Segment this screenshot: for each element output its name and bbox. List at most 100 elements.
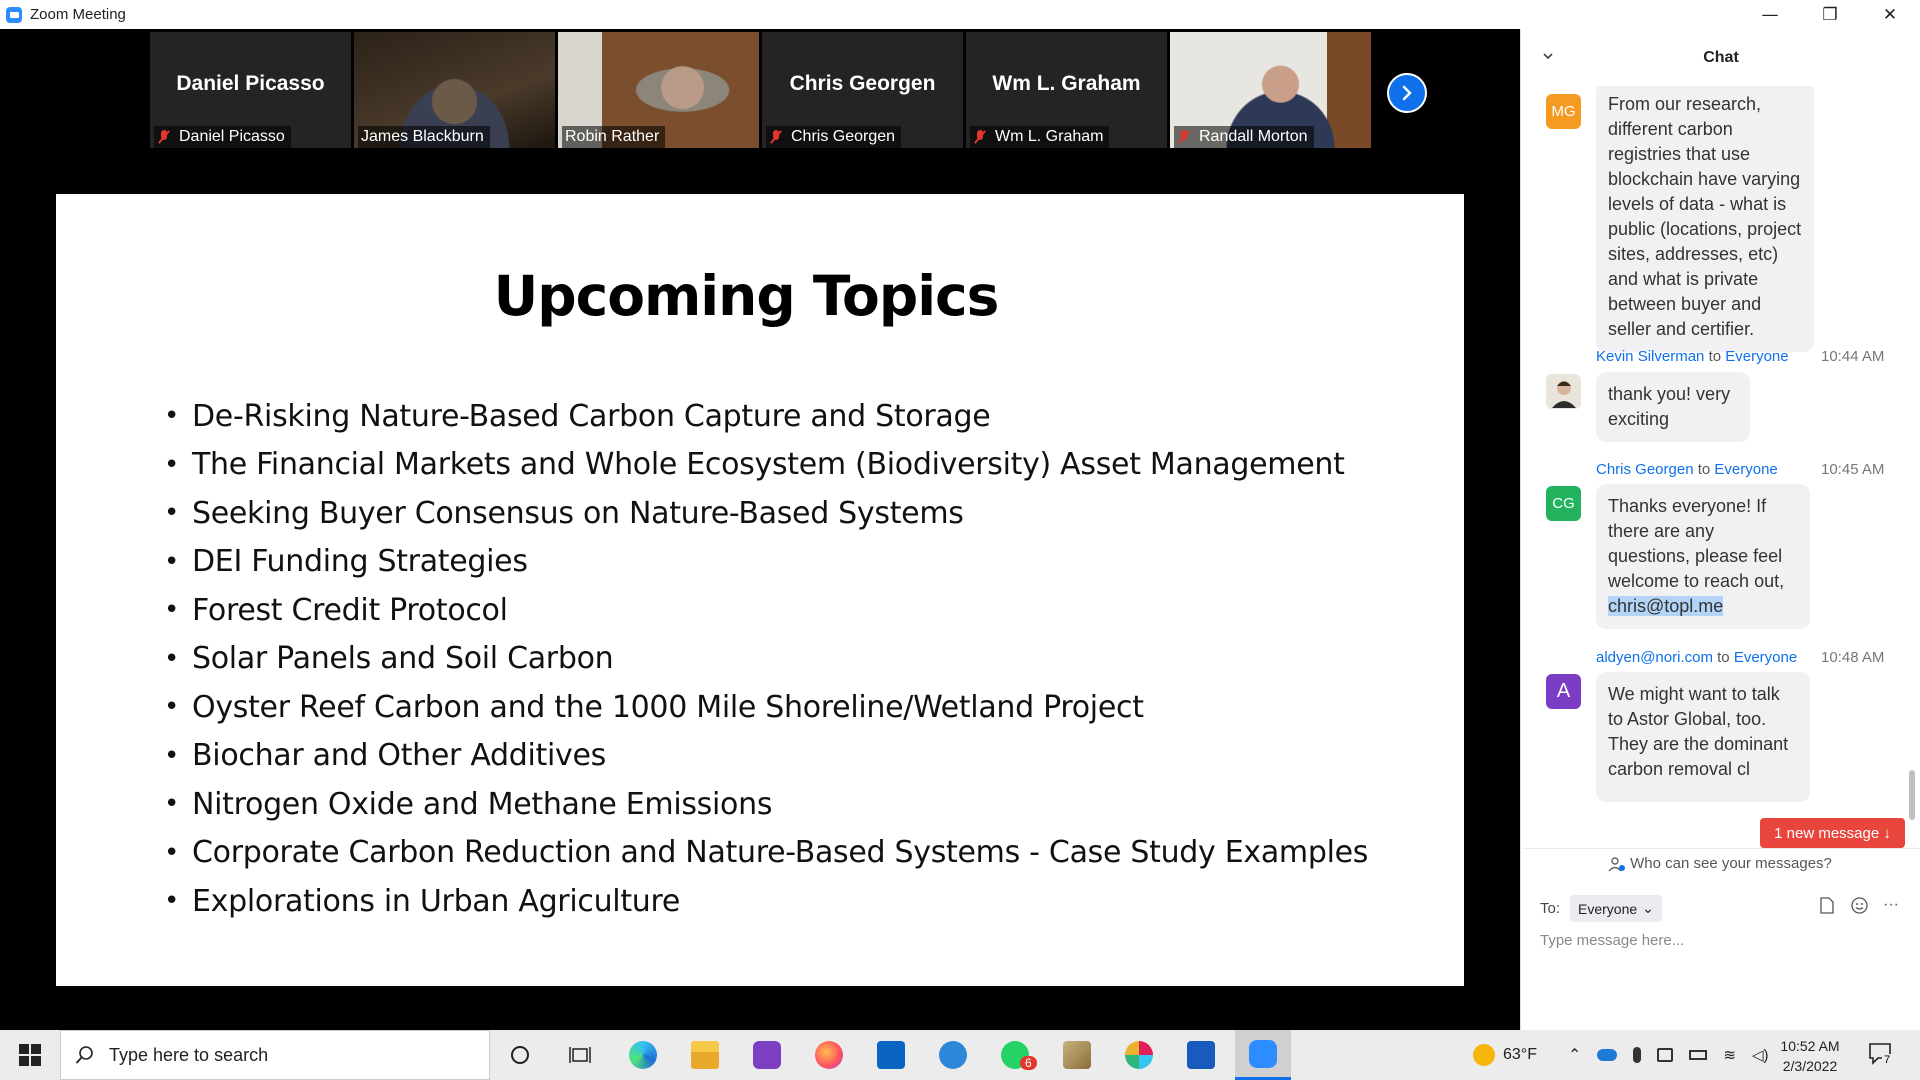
- message-time: 10:44 AM: [1821, 348, 1885, 365]
- taskbar-search[interactable]: Type here to search: [60, 1030, 490, 1080]
- app-icon-pencil[interactable]: [1049, 1030, 1105, 1080]
- message-meta: Kevin Silverman to Everyone: [1596, 348, 1789, 365]
- muted-mic-icon: [973, 129, 987, 145]
- new-message-button[interactable]: 1 new message ↓: [1760, 818, 1905, 848]
- emoji-icon[interactable]: [1850, 896, 1868, 914]
- message-time: 10:48 AM: [1821, 649, 1885, 666]
- start-button[interactable]: [0, 1030, 60, 1080]
- shared-slide: Upcoming Topics • De-Risking Nature-Based…: [56, 194, 1464, 986]
- topic-item: • De-Risking Nature-Based Carbon Capture …: [164, 398, 991, 434]
- app-icon-purple[interactable]: [739, 1030, 795, 1080]
- outlook-icon[interactable]: [863, 1030, 919, 1080]
- chat-scrollbar[interactable]: [1909, 770, 1915, 820]
- chat-title: Chat: [1703, 48, 1739, 66]
- chevron-down-icon[interactable]: [1541, 49, 1555, 63]
- to-label: To:: [1540, 900, 1561, 917]
- topic-list: • De-Risking Nature-Based Carbon Capture …: [164, 392, 1368, 926]
- cortana-icon[interactable]: [492, 1030, 548, 1080]
- participant-gallery: Daniel Picasso Daniel Picasso James Blac…: [150, 32, 1371, 148]
- microphone-icon[interactable]: [1633, 1047, 1642, 1063]
- app-icon-snowflake[interactable]: [925, 1030, 981, 1080]
- message-time: 10:45 AM: [1821, 461, 1885, 478]
- participant-label: James Blackburn: [358, 126, 490, 148]
- person-icon: [1608, 856, 1626, 871]
- avatar: MG: [1546, 94, 1581, 129]
- participant-label: Chris Georgen: [766, 126, 902, 148]
- shared-screen-top-bar: [56, 150, 1464, 194]
- meet-now-icon[interactable]: [1657, 1048, 1674, 1062]
- firefox-icon[interactable]: [801, 1030, 857, 1080]
- topic-item: • Forest Credit Protocol: [164, 592, 508, 628]
- chat-message-bubble: Thanks everyone! If there are any questi…: [1596, 484, 1810, 629]
- zoom-icon[interactable]: [1235, 1030, 1291, 1080]
- participant-label: Wm L. Graham: [970, 126, 1110, 148]
- participant-label: Randall Morton: [1174, 126, 1314, 148]
- chat-message-input[interactable]: Type message here...: [1540, 932, 1684, 949]
- whatsapp-icon[interactable]: 6: [987, 1030, 1043, 1080]
- topic-item: • The Financial Markets and Whole Ecosyst…: [164, 447, 1345, 483]
- wifi-icon[interactable]: ≋: [1723, 1046, 1736, 1064]
- chat-panel: Chat MG From our research, different car…: [1520, 29, 1920, 1030]
- zoom-app-icon: [6, 6, 22, 23]
- participant-tile[interactable]: Randall Morton: [1170, 32, 1371, 148]
- windows-taskbar: Type here to search 6 63°F ⌃ ≋ ◁) 10:52 …: [0, 1030, 1920, 1080]
- window-title: Zoom Meeting: [30, 6, 126, 23]
- recipient-select[interactable]: Everyone ⌄: [1570, 895, 1662, 922]
- avatar: CG: [1546, 486, 1581, 521]
- volume-icon[interactable]: ◁): [1752, 1046, 1769, 1064]
- topic-item: • Biochar and Other Additives: [164, 738, 606, 774]
- participant-tile[interactable]: Wm L. Graham Wm L. Graham: [966, 32, 1167, 148]
- weather-widget[interactable]: 63°F: [1473, 1030, 1537, 1080]
- word-icon[interactable]: [1173, 1030, 1229, 1080]
- chat-message-bubble: We might want to talk to Astor Global, t…: [1596, 672, 1810, 802]
- participant-label: Robin Rather: [562, 126, 666, 148]
- restore-button[interactable]: ❐: [1800, 0, 1860, 29]
- chevron-right-icon: [1402, 85, 1412, 101]
- notification-center-icon[interactable]: 7: [1868, 1042, 1896, 1068]
- more-options-icon[interactable]: ···: [1882, 896, 1900, 914]
- slide-title: Upcoming Topics: [493, 264, 1000, 328]
- file-explorer-icon[interactable]: [677, 1030, 733, 1080]
- title-bar: Zoom Meeting — ❐ ✕: [0, 0, 1920, 29]
- chat-header: Chat: [1521, 29, 1920, 86]
- cloud-icon[interactable]: [1597, 1049, 1618, 1061]
- edge-browser-icon[interactable]: [615, 1030, 671, 1080]
- participant-display-name: Wm L. Graham: [992, 72, 1141, 95]
- muted-mic-icon: [1177, 129, 1191, 145]
- topic-item: • Explorations in Urban Agriculture: [164, 883, 681, 919]
- message-meta: Chris Georgen to Everyone: [1596, 461, 1778, 478]
- email-link[interactable]: chris@topl.me: [1608, 596, 1724, 616]
- participant-tile[interactable]: Robin Rather: [558, 32, 759, 148]
- slack-icon[interactable]: [1111, 1030, 1167, 1080]
- who-can-see-link[interactable]: Who can see your messages?: [1520, 848, 1920, 878]
- participant-tile[interactable]: Daniel Picasso Daniel Picasso: [150, 32, 351, 148]
- task-view-icon[interactable]: [552, 1030, 608, 1080]
- minimize-button[interactable]: —: [1740, 0, 1800, 29]
- participant-tile[interactable]: Chris Georgen Chris Georgen: [762, 32, 963, 148]
- next-page-button[interactable]: [1387, 73, 1427, 113]
- chevron-up-icon[interactable]: ⌃: [1568, 1045, 1581, 1065]
- muted-mic-icon: [769, 129, 783, 145]
- chat-message-bubble: From our research, different carbon regi…: [1596, 86, 1814, 352]
- participant-tile-active-speaker[interactable]: James Blackburn: [354, 32, 555, 148]
- participant-label: Daniel Picasso: [154, 126, 291, 148]
- sun-icon: [1473, 1044, 1495, 1066]
- chat-messages[interactable]: MG From our research, different carbon r…: [1521, 86, 1920, 866]
- close-button[interactable]: ✕: [1860, 0, 1920, 29]
- topic-item: • Seeking Buyer Consensus on Nature-Based…: [164, 495, 964, 531]
- file-icon[interactable]: [1818, 896, 1836, 914]
- topic-item: • DEI Funding Strategies: [164, 544, 528, 580]
- participant-display-name: Chris Georgen: [789, 72, 936, 95]
- topic-item: • Corporate Carbon Reduction and Nature-B…: [164, 835, 1369, 871]
- meeting-area: Daniel Picasso Daniel Picasso James Blac…: [0, 29, 1520, 1030]
- avatar: A: [1546, 674, 1581, 709]
- chat-message-bubble: thank you! very exciting: [1596, 372, 1750, 442]
- topic-item: • Nitrogen Oxide and Methane Emissions: [164, 786, 773, 822]
- notification-badge: 6: [1020, 1056, 1037, 1070]
- search-icon: [75, 1046, 93, 1064]
- topic-item: • Oyster Reef Carbon and the 1000 Mile Sh…: [164, 689, 1144, 725]
- battery-icon[interactable]: [1689, 1050, 1708, 1060]
- chevron-down-icon: ⌄: [1642, 900, 1654, 916]
- user-photo-icon: [1551, 380, 1576, 408]
- taskbar-clock[interactable]: 10:52 AM 2/3/2022: [1775, 1036, 1845, 1076]
